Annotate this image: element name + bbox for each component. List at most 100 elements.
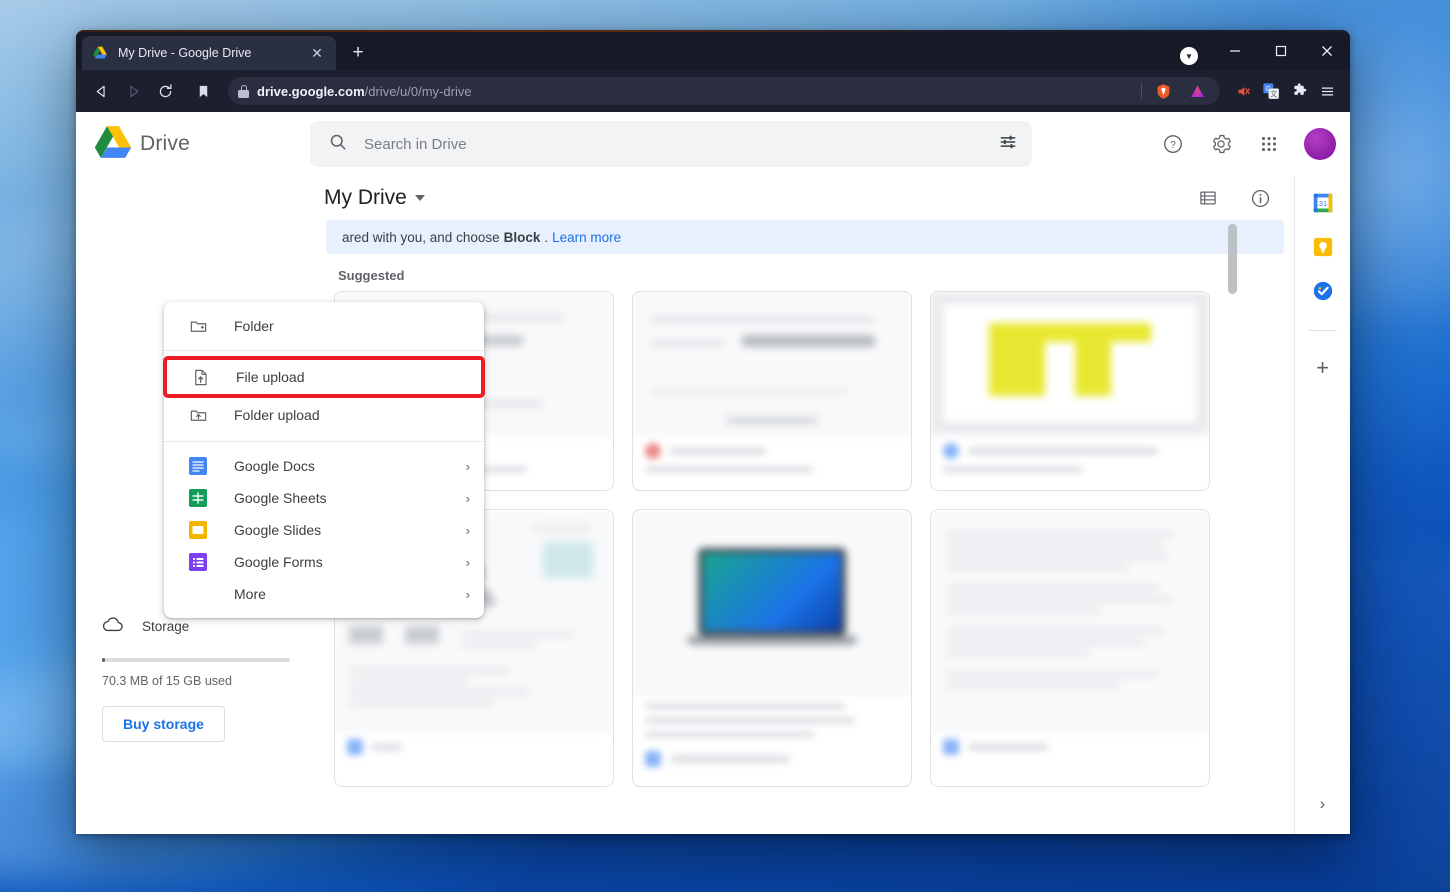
banner-text-before: ared with you, and choose <box>342 229 500 245</box>
storage-section: Storage 70.3 MB of 15 GB used Buy storag… <box>76 608 316 742</box>
info-icon[interactable] <box>1242 180 1278 216</box>
drive-favicon-icon <box>92 45 108 61</box>
mute-tab-icon[interactable] <box>1230 78 1256 104</box>
menu-item-google-slides[interactable]: Google Slides › <box>164 514 484 546</box>
google-forms-icon <box>188 552 208 572</box>
extensions-puzzle-icon[interactable] <box>1286 78 1312 104</box>
omnibox-divider <box>1141 83 1142 99</box>
browser-tab[interactable]: My Drive - Google Drive ✕ <box>82 36 336 70</box>
menu-item-label: Folder upload <box>234 407 320 423</box>
file-card[interactable] <box>930 291 1210 491</box>
google-tasks-icon[interactable] <box>1312 280 1334 302</box>
file-thumbnail <box>931 510 1209 730</box>
window-controls: ▼ <box>1180 32 1350 70</box>
chevron-right-icon: › <box>465 554 470 570</box>
help-icon[interactable]: ? <box>1154 125 1192 163</box>
tab-strip: My Drive - Google Drive ✕ + ▼ <box>76 32 1350 70</box>
window-minimize-button[interactable] <box>1212 32 1258 70</box>
file-card-footer <box>633 434 911 490</box>
google-drive-logo <box>94 125 132 164</box>
address-bar-url: drive.google.com/drive/u/0/my-drive <box>257 84 472 99</box>
file-upload-icon <box>190 367 210 387</box>
file-card[interactable] <box>632 509 912 787</box>
chevron-right-icon: › <box>465 522 470 538</box>
google-calendar-icon[interactable]: 31 <box>1312 192 1334 214</box>
scrollbar-thumb[interactable] <box>1228 224 1237 294</box>
breadcrumb[interactable]: My Drive <box>324 186 425 210</box>
drive-header-actions: ? <box>1138 125 1336 163</box>
banner-learn-more-link[interactable]: Learn more <box>552 230 621 245</box>
storage-usage-text: 70.3 MB of 15 GB used <box>102 674 232 688</box>
search-input[interactable] <box>364 135 982 153</box>
file-card[interactable] <box>930 509 1210 787</box>
menu-item-more[interactable]: More › <box>164 578 484 610</box>
menu-item-label: Folder <box>234 318 274 334</box>
banner-text-after: . <box>544 229 549 245</box>
drive-brand[interactable]: Drive <box>94 125 310 164</box>
privacy-banner: ared with you, and choose Block. Learn m… <box>326 220 1284 254</box>
forward-button-icon <box>118 76 148 106</box>
menu-item-label: Google Slides <box>234 522 322 538</box>
content-header: My Drive <box>316 176 1294 220</box>
menu-item-label: More <box>234 586 266 602</box>
google-docs-icon <box>188 456 208 476</box>
menu-item-label: Google Forms <box>234 554 323 570</box>
brave-shield-icon[interactable] <box>1150 78 1176 104</box>
brave-rewards-icon[interactable] <box>1184 78 1210 104</box>
chevron-down-icon[interactable] <box>414 195 425 201</box>
expand-side-panel-button[interactable]: › <box>1320 794 1326 814</box>
file-thumbnail <box>633 292 911 434</box>
tune-icon[interactable] <box>998 132 1018 157</box>
file-card-footer <box>335 730 613 786</box>
menu-item-label: File upload <box>236 369 305 385</box>
section-title: Suggested <box>338 268 405 283</box>
avatar[interactable] <box>1304 128 1336 160</box>
window-maximize-button[interactable] <box>1258 32 1304 70</box>
menu-item-folder[interactable]: Folder <box>164 310 484 342</box>
breadcrumb-label: My Drive <box>324 186 407 209</box>
menu-item-google-sheets[interactable]: Google Sheets › <box>164 482 484 514</box>
list-view-icon[interactable] <box>1190 180 1226 216</box>
drive-search-bar[interactable] <box>310 121 1032 167</box>
menu-item-folder-upload[interactable]: Folder upload <box>164 397 484 433</box>
bookmark-icon[interactable] <box>188 76 218 106</box>
calendar-day-number: 31 <box>1318 199 1326 208</box>
omnibox-right-icons <box>1141 78 1210 104</box>
menu-item-file-upload[interactable]: File upload <box>163 356 485 398</box>
add-app-button[interactable]: + <box>1316 355 1329 381</box>
google-keep-icon[interactable] <box>1312 236 1334 258</box>
drive-app-name: Drive <box>140 132 191 155</box>
lock-icon <box>238 84 249 98</box>
file-card[interactable] <box>632 291 912 491</box>
storage-label: Storage <box>142 618 190 634</box>
address-bar[interactable]: drive.google.com/drive/u/0/my-drive <box>228 77 1220 105</box>
storage-progress-fill <box>102 658 105 662</box>
search-icon <box>328 132 348 157</box>
url-path: /drive/u/0/my-drive <box>364 83 472 99</box>
back-button-icon[interactable] <box>86 76 116 106</box>
file-card-footer <box>633 694 911 786</box>
google-translate-icon[interactable]: G 文 <box>1258 78 1284 104</box>
google-apps-side-panel: 31 + › <box>1294 176 1350 834</box>
banner-bold-word: Block <box>503 229 541 245</box>
download-indicator-icon[interactable]: ▼ <box>1180 47 1198 65</box>
menu-item-label: Google Docs <box>234 458 315 474</box>
reload-button-icon[interactable] <box>150 76 180 106</box>
new-tab-button[interactable]: + <box>344 39 372 67</box>
file-thumbnail <box>931 292 1209 434</box>
content-scrollbar[interactable] <box>1228 216 1237 834</box>
google-slides-icon <box>188 520 208 540</box>
storage-progress-bar <box>102 658 290 662</box>
window-close-button[interactable] <box>1304 32 1350 70</box>
menu-divider <box>164 441 484 442</box>
tab-close-icon[interactable]: ✕ <box>308 44 326 62</box>
page-viewport: Drive ? <box>76 112 1350 834</box>
menu-item-google-docs[interactable]: Google Docs › <box>164 450 484 482</box>
menu-item-google-forms[interactable]: Google Forms › <box>164 546 484 578</box>
chrome-menu-icon[interactable] <box>1314 78 1340 104</box>
drive-header: Drive ? <box>76 112 1350 176</box>
new-item-context-menu: Folder File upload Folder upload Google … <box>163 302 485 618</box>
gear-icon[interactable] <box>1202 125 1240 163</box>
apps-grid-icon[interactable] <box>1250 125 1288 163</box>
buy-storage-button[interactable]: Buy storage <box>102 706 225 742</box>
